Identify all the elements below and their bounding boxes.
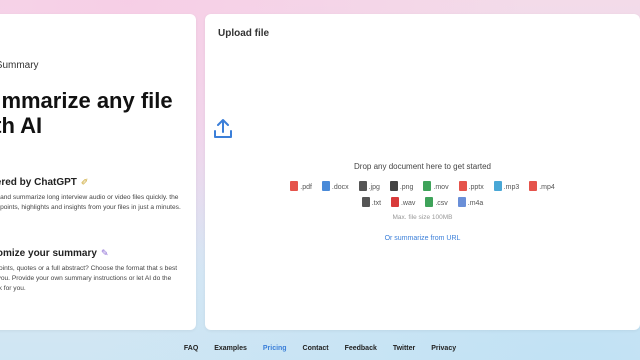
txt-file-icon (361, 197, 370, 207)
upload-icon[interactable] (212, 118, 234, 140)
file-type-mov: .mov (423, 181, 449, 191)
footer-link-feedback[interactable]: Feedback (345, 345, 377, 352)
hero-card: y Summary ummarize any file ith AI wered… (0, 14, 196, 330)
feature-text-customize: et points, quotes or a full abstract? Ch… (0, 265, 178, 292)
file-type-label: .mp3 (503, 184, 520, 191)
feature-title-text: wered by ChatGPT (0, 177, 77, 188)
file-type-docx: .docx (321, 181, 349, 191)
file-type-m4a: .m4a (457, 197, 484, 207)
hero-headline-line1: ummarize any file (0, 88, 173, 113)
summarize-from-url-link[interactable]: Or summarize from URL (205, 235, 640, 242)
file-type-csv: .csv (425, 197, 448, 207)
file-type-label: .txt (371, 200, 382, 207)
feature-text-chatgpt: yze and summarize long interview audio o… (0, 194, 181, 211)
file-type-label: .png (399, 184, 414, 191)
pen-icon: ✎ (100, 248, 109, 258)
file-type-wav: .wav (390, 197, 416, 207)
upload-card: Upload file (205, 14, 640, 330)
file-type-label: .wav (400, 200, 416, 207)
footer-link-pricing[interactable]: Pricing (263, 345, 287, 352)
file-type-mp4: .mp4 (529, 181, 555, 191)
file-type-pptx: .pptx (458, 181, 484, 191)
upload-title: Upload file (218, 28, 270, 39)
file-type-mp3: .mp3 (493, 181, 520, 191)
jpg-file-icon (358, 181, 367, 191)
hero-headline-line2: ith AI (0, 113, 43, 138)
file-type-label: .pdf (300, 184, 312, 191)
file-type-label: .mov (433, 184, 449, 191)
feature-title-text: stomize your summary (0, 248, 97, 259)
file-types-row1: .pdf .docx .jpg .png .mov .pptx .mp3 .mp… (205, 181, 640, 191)
file-type-label: .mp4 (539, 184, 555, 191)
file-type-png: .png (389, 181, 414, 191)
footer-link-twitter[interactable]: Twitter (393, 345, 415, 352)
magic-wand-icon: ✐ (80, 177, 89, 187)
file-type-txt: .txt (361, 197, 382, 207)
wav-file-icon (390, 197, 399, 207)
pptx-file-icon (458, 181, 467, 191)
docx-file-icon (321, 181, 330, 191)
footer-link-examples[interactable]: Examples (214, 345, 247, 352)
file-type-label: .docx (331, 184, 349, 191)
drop-instructions: Drop any document here to get started (354, 162, 491, 171)
hero-headline: ummarize any file ith AI (0, 88, 173, 138)
footer-link-faq[interactable]: FAQ (184, 345, 198, 352)
file-type-label: .m4a (467, 200, 484, 207)
file-type-pdf: .pdf (290, 181, 312, 191)
feature-title-chatgpt: wered by ChatGPT✐ (0, 177, 88, 188)
feature-title-customize: stomize your summary✎ (0, 248, 108, 259)
csv-file-icon (425, 197, 434, 207)
footer-nav: FAQ Examples Pricing Contact Feedback Tw… (0, 345, 640, 352)
mp3-file-icon (493, 181, 502, 191)
product-eyebrow: y Summary (0, 60, 39, 71)
file-types-row2: .txt .wav .csv .m4a (205, 197, 640, 207)
footer-link-contact[interactable]: Contact (303, 345, 329, 352)
file-type-label: .csv (435, 200, 448, 207)
file-type-label: .jpg (368, 184, 380, 191)
mov-file-icon (423, 181, 432, 191)
max-file-size: Max. file size 100MB (392, 214, 453, 221)
file-type-label: .pptx (468, 184, 484, 191)
pdf-file-icon (290, 181, 299, 191)
png-file-icon (389, 181, 398, 191)
m4a-file-icon (457, 197, 466, 207)
mp4-file-icon (529, 181, 538, 191)
file-type-jpg: .jpg (358, 181, 380, 191)
footer-link-privacy[interactable]: Privacy (431, 345, 456, 352)
